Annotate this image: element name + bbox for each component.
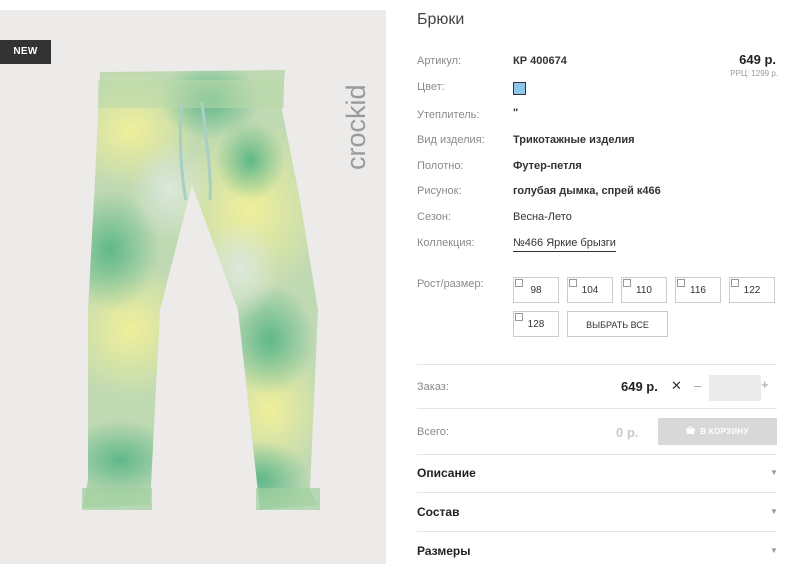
prop-label-type: Вид изделия:	[417, 134, 485, 146]
accordion-title: Описание	[417, 466, 476, 480]
total-label: Всего:	[417, 426, 449, 438]
prop-value-article: КР 400674	[513, 55, 567, 67]
increase-quantity-button[interactable]: +	[761, 377, 769, 392]
brand-logo: crockid	[343, 84, 371, 170]
divider	[417, 454, 777, 455]
basket-icon	[686, 418, 696, 445]
size-value: 122	[743, 285, 761, 296]
prop-value-pattern: голубая дымка, спрей к466	[513, 185, 661, 197]
accordion-title: Состав	[417, 505, 460, 519]
size-value: 110	[636, 285, 652, 296]
size-checkbox-icon	[515, 313, 523, 321]
prop-value-fabric: Футер-петля	[513, 160, 582, 172]
prop-value-type: Трикотажные изделия	[513, 134, 635, 146]
collection-link[interactable]: №466 Яркие брызги	[513, 237, 616, 252]
prop-value-season: Весна-Лето	[513, 211, 572, 223]
total-value: 0 р.	[616, 425, 639, 440]
size-value: 104	[581, 285, 599, 296]
prop-label-article: Артикул:	[417, 55, 462, 67]
size-value: 128	[527, 319, 545, 330]
prop-label-collection: Коллекция:	[417, 237, 475, 249]
accordion-title: Размеры	[417, 544, 471, 558]
prop-label-season: Сезон:	[417, 211, 451, 223]
decrease-quantity-button[interactable]: –	[694, 378, 701, 393]
new-badge: NEW	[0, 40, 51, 64]
product-photo[interactable]: NEW crockid	[0, 10, 386, 564]
size-option-116[interactable]: 116	[675, 277, 721, 303]
prop-value-insulation: "	[513, 107, 519, 119]
times-icon: ✕	[671, 378, 682, 393]
size-option-122[interactable]: 122	[729, 277, 775, 303]
product-price: 649 р.	[739, 52, 776, 67]
size-checkbox-icon	[515, 279, 523, 287]
collection-link-text[interactable]: №466 Яркие брызги	[513, 237, 616, 252]
rrp-price: РРЦ: 1299 р.	[730, 69, 778, 78]
chevron-down-icon: ▼	[770, 507, 778, 516]
size-checkbox-icon	[731, 279, 739, 287]
prop-label-fabric: Полотно:	[417, 160, 464, 172]
color-swatch[interactable]	[513, 82, 526, 95]
size-value: 116	[690, 285, 706, 296]
brand-logo-text: crockid	[343, 84, 371, 170]
divider	[417, 408, 777, 409]
add-to-cart-label: В КОРЗИНУ	[700, 427, 749, 436]
divider	[417, 364, 777, 365]
prop-label-pattern: Рисунок:	[417, 185, 462, 197]
divider	[417, 531, 777, 532]
size-label: Рост/размер:	[417, 278, 484, 290]
size-option-98[interactable]: 98	[513, 277, 559, 303]
size-checkbox-icon	[677, 279, 685, 287]
size-value: 98	[530, 285, 542, 296]
prop-label-insulation: Утеплитель:	[417, 109, 480, 121]
page-title: Брюки	[417, 11, 465, 28]
prop-label-color: Цвет:	[417, 81, 445, 93]
quantity-input[interactable]	[709, 375, 761, 401]
size-option-128[interactable]: 128	[513, 311, 559, 337]
select-all-sizes-button[interactable]: ВЫБРАТЬ ВСЕ	[567, 311, 668, 337]
chevron-down-icon: ▼	[770, 546, 778, 555]
size-checkbox-icon	[569, 279, 577, 287]
pants-image	[82, 70, 320, 510]
order-price: 649 р.	[621, 379, 658, 394]
chevron-down-icon: ▼	[770, 468, 778, 477]
size-option-104[interactable]: 104	[567, 277, 613, 303]
size-option-110[interactable]: 110	[621, 277, 667, 303]
order-label: Заказ:	[417, 381, 449, 393]
divider	[417, 492, 777, 493]
size-checkbox-icon	[623, 279, 631, 287]
add-to-cart-button[interactable]: В КОРЗИНУ	[658, 418, 777, 445]
